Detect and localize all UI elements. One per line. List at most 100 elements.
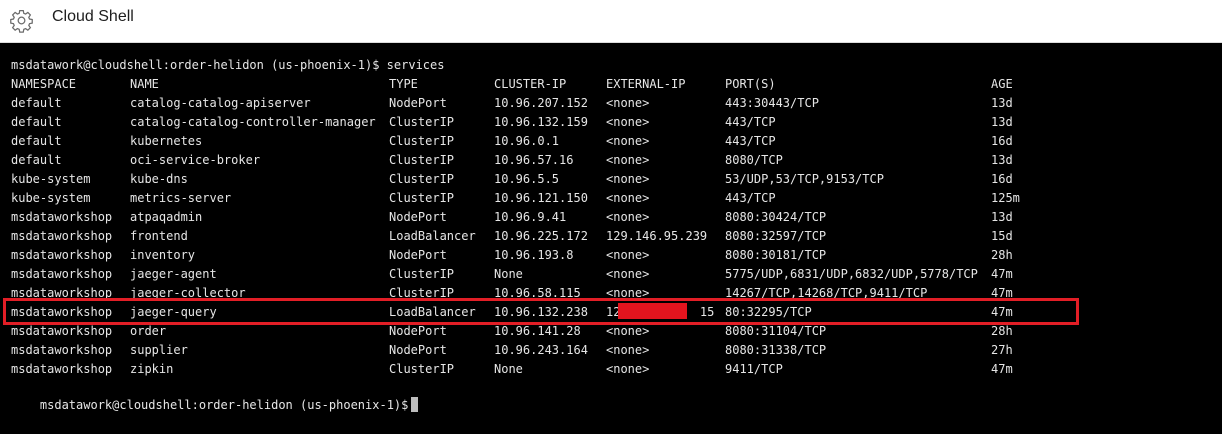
cell-type: ClusterIP — [389, 286, 455, 300]
cell-namespace: kube-system — [11, 191, 91, 205]
final-prompt-line[interactable]: msdatawork@cloudshell:order-helidon (us-… — [11, 377, 419, 412]
column-header-name: NAME — [130, 77, 159, 91]
cell-type: ClusterIP — [389, 134, 455, 148]
cell-age: 13d — [991, 153, 1013, 167]
cell-cluster-ip: 10.96.141.28 — [494, 324, 581, 338]
cell-namespace: default — [11, 153, 62, 167]
cell-cluster-ip: 10.96.57.16 — [494, 153, 574, 167]
cell-name: catalog-catalog-controller-manager — [130, 115, 376, 129]
cell-age: 125m — [991, 191, 1020, 205]
cell-type: NodePort — [389, 343, 447, 357]
cell-external-ip: <none> — [606, 248, 650, 262]
final-prompt-text: msdatawork@cloudshell:order-helidon (us-… — [39, 398, 409, 412]
cell-external-ip: <none> — [606, 191, 650, 205]
cell-type: ClusterIP — [389, 191, 455, 205]
cell-cluster-ip: None — [494, 362, 523, 376]
cell-ports: 443:30443/TCP — [725, 96, 819, 110]
cell-name: order — [130, 324, 167, 338]
column-header-ports: PORT(S) — [725, 77, 776, 91]
cell-ports: 14267/TCP,14268/TCP,9411/TCP — [725, 286, 928, 300]
cell-ports: 8080:30181/TCP — [725, 248, 827, 262]
cell-external-ip: <none> — [606, 343, 650, 357]
cell-name: jaeger-agent — [130, 267, 217, 281]
cell-age: 28h — [991, 248, 1013, 262]
cell-namespace: msdataworkshop — [11, 210, 113, 224]
cell-name: frontend — [130, 229, 188, 243]
cell-external-ip: <none> — [606, 96, 650, 110]
cell-cluster-ip: 10.96.121.150 — [494, 191, 588, 205]
cell-ports: 8080:31338/TCP — [725, 343, 827, 357]
cell-namespace: default — [11, 115, 62, 129]
cell-namespace: msdataworkshop — [11, 267, 113, 281]
cell-age: 13d — [991, 96, 1013, 110]
cell-external-ip: 129.146.95.239 — [606, 229, 708, 243]
cell-namespace: msdataworkshop — [11, 286, 113, 300]
cell-type: ClusterIP — [389, 172, 455, 186]
cell-name: jaeger-query — [130, 305, 217, 319]
cell-age: 16d — [991, 172, 1013, 186]
cell-external-ip: <none> — [606, 115, 650, 129]
cell-ports: 8080:32597/TCP — [725, 229, 827, 243]
cell-external-ip: <none> — [606, 153, 650, 167]
cell-type: ClusterIP — [389, 267, 455, 281]
cell-cluster-ip: 10.96.0.1 — [494, 134, 560, 148]
cell-cluster-ip: 10.96.5.5 — [494, 172, 560, 186]
cell-namespace: msdataworkshop — [11, 248, 113, 262]
cell-name: oci-service-broker — [130, 153, 261, 167]
cell-age: 13d — [991, 115, 1013, 129]
cell-name: jaeger-collector — [130, 286, 246, 300]
gear-icon[interactable] — [9, 8, 34, 33]
cell-type: ClusterIP — [389, 115, 455, 129]
cell-namespace: default — [11, 96, 62, 110]
cell-cluster-ip: 10.96.58.115 — [494, 286, 581, 300]
cell-ports: 443/TCP — [725, 134, 776, 148]
cell-type: LoadBalancer — [389, 305, 476, 319]
cell-external-ip: <none> — [606, 134, 650, 148]
cell-age: 27h — [991, 343, 1013, 357]
column-header-age: AGE — [991, 77, 1013, 91]
cell-age: 47m — [991, 286, 1013, 300]
cell-type: NodePort — [389, 96, 447, 110]
cell-age: 47m — [991, 362, 1013, 376]
app-title: Cloud Shell — [52, 8, 134, 25]
cell-cluster-ip: 10.96.132.159 — [494, 115, 588, 129]
cell-age: 15d — [991, 229, 1013, 243]
cell-name: kube-dns — [130, 172, 188, 186]
cell-name: inventory — [130, 248, 196, 262]
column-header-cluster-ip: CLUSTER-IP — [494, 77, 567, 91]
cell-type: LoadBalancer — [389, 229, 476, 243]
cell-external-ip: <none> — [606, 172, 650, 186]
cell-namespace: msdataworkshop — [11, 229, 113, 243]
cell-type: ClusterIP — [389, 153, 455, 167]
cell-external-ip: <none> — [606, 362, 650, 376]
terminal-output[interactable]: msdatawork@cloudshell:order-helidon (us-… — [0, 43, 1222, 412]
column-header-type: TYPE — [389, 77, 418, 91]
cell-namespace: msdataworkshop — [11, 324, 113, 338]
cell-namespace: msdataworkshop — [11, 305, 113, 319]
cell-ports: 9411/TCP — [725, 362, 783, 376]
cell-ports: 443/TCP — [725, 115, 776, 129]
cell-ports: 8080:30424/TCP — [725, 210, 827, 224]
cell-age: 47m — [991, 267, 1013, 281]
cell-cluster-ip: 10.96.225.172 — [494, 229, 588, 243]
cell-external-ip: <none> — [606, 267, 650, 281]
cell-ports: 5775/UDP,6831/UDP,6832/UDP,5778/TCP — [725, 267, 978, 281]
cell-cluster-ip: 10.96.132.238 — [494, 305, 588, 319]
cell-external-ip: <none> — [606, 286, 650, 300]
cloud-shell-header: Cloud Shell — [0, 0, 1222, 43]
cell-namespace: msdataworkshop — [11, 343, 113, 357]
cell-ports: 8080/TCP — [725, 153, 783, 167]
cell-cluster-ip: 10.96.207.152 — [494, 96, 588, 110]
redaction-block — [618, 303, 687, 319]
cell-ports: 53/UDP,53/TCP,9153/TCP — [725, 172, 884, 186]
cell-cluster-ip: 10.96.9.41 — [494, 210, 567, 224]
cell-cluster-ip: 10.96.243.164 — [494, 343, 588, 357]
cell-name: supplier — [130, 343, 188, 357]
cell-name: atpaqadmin — [130, 210, 203, 224]
cell-external-ip: <none> — [606, 324, 650, 338]
command-prompt-line: msdatawork@cloudshell:order-helidon (us-… — [11, 58, 445, 72]
cell-age: 47m — [991, 305, 1013, 319]
cell-namespace: default — [11, 134, 62, 148]
cell-cluster-ip: None — [494, 267, 523, 281]
cell-ports: 80:32295/TCP — [725, 305, 812, 319]
